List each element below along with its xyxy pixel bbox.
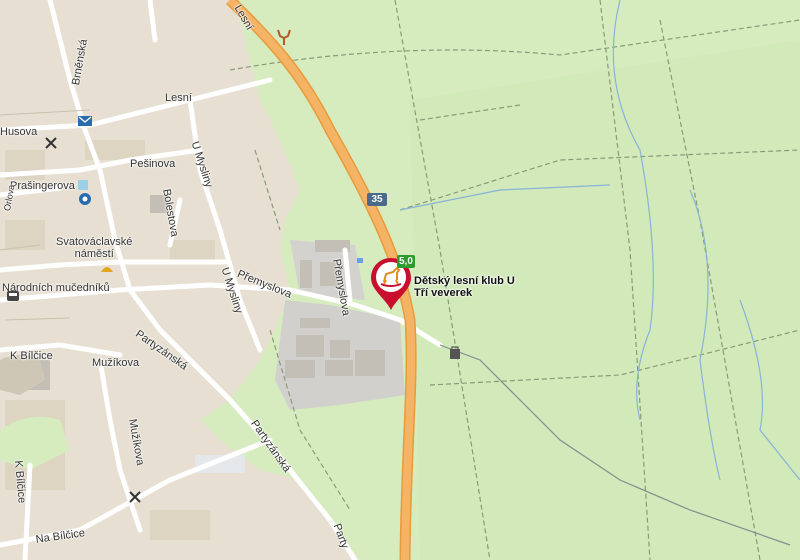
- post-office-icon[interactable]: [78, 116, 92, 126]
- poi-name-label[interactable]: Dětský lesní klub U Tří veverek: [414, 275, 515, 299]
- poi-name-line1: Dětský lesní klub U: [414, 275, 515, 287]
- deer-icon[interactable]: [274, 28, 294, 48]
- museum-icon[interactable]: [78, 192, 92, 206]
- map-canvas[interactable]: Lesní Lesní Husova Brněnská Pešinova Pra…: [0, 0, 800, 560]
- tram-icon[interactable]: [6, 290, 20, 302]
- tools-icon[interactable]: [44, 136, 58, 150]
- tools-icon[interactable]: [128, 490, 142, 504]
- rating-badge: 5,0: [397, 255, 415, 268]
- mall-icon[interactable]: [448, 346, 462, 360]
- road-number-shield: 35: [367, 193, 387, 206]
- poi-name-line2: Tří veverek: [414, 287, 473, 299]
- restaurant-icon[interactable]: [100, 262, 114, 274]
